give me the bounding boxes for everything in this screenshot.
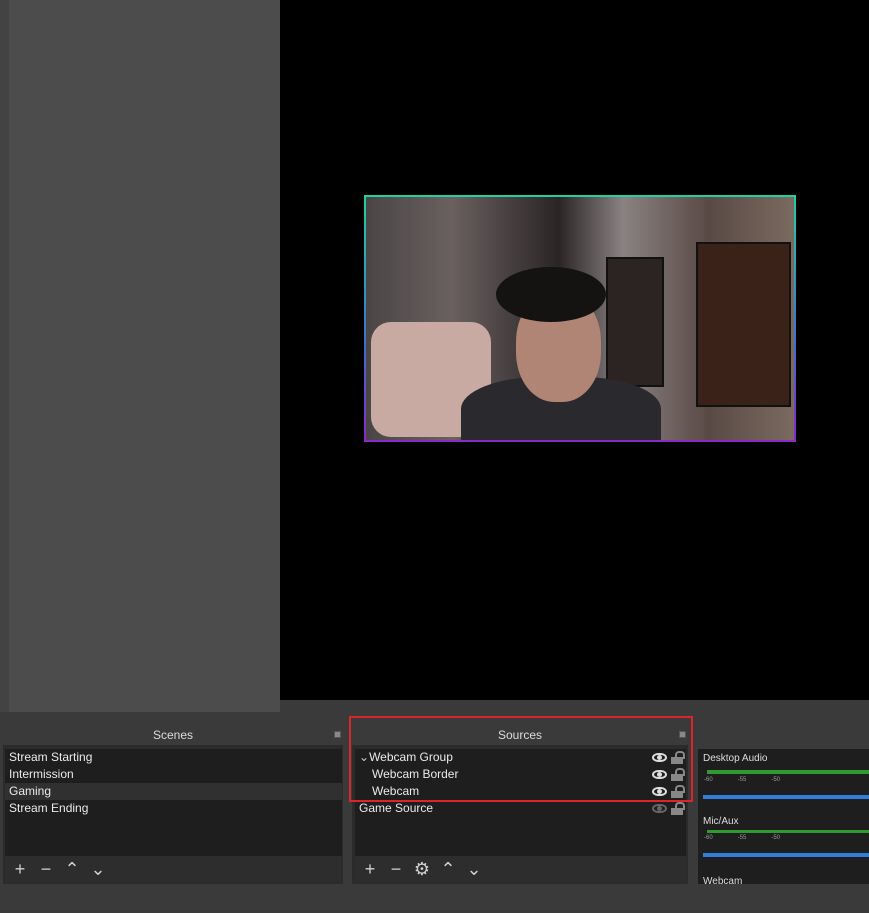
webcam-source-preview[interactable] xyxy=(364,195,796,442)
channel-label: Desktop Audio xyxy=(703,753,768,764)
tick-label: -60 xyxy=(704,777,713,783)
source-properties-gear-icon[interactable]: ⚙ xyxy=(413,860,431,878)
remove-source-button[interactable]: − xyxy=(387,860,405,878)
move-scene-up-button[interactable]: ⌃ xyxy=(63,860,81,878)
level-meter xyxy=(707,830,869,833)
tick-label: -55 xyxy=(737,835,747,841)
tick-label: -55 xyxy=(737,777,747,783)
tick-label: -50 xyxy=(771,777,781,783)
sources-toolbar: + − ⚙ ⌃ ⌄ xyxy=(355,856,686,882)
volume-slider[interactable] xyxy=(703,795,869,799)
left-strip xyxy=(0,0,9,712)
remove-scene-button[interactable]: − xyxy=(37,860,55,878)
scenes-dock: Scenes Stream Starting Intermission Gami… xyxy=(3,725,343,884)
tick-label: -60 xyxy=(704,835,713,841)
scenes-toolbar: + − ⌃ ⌄ xyxy=(5,856,342,882)
tick-label: -50 xyxy=(771,835,781,841)
add-source-button[interactable]: + xyxy=(361,860,379,878)
scene-item[interactable]: Stream Ending xyxy=(5,800,342,817)
move-source-down-button[interactable]: ⌄ xyxy=(465,860,483,878)
source-item[interactable]: Game Source xyxy=(355,800,686,817)
move-scene-down-button[interactable]: ⌄ xyxy=(89,860,107,878)
eye-hidden-icon[interactable] xyxy=(652,804,667,813)
scene-item[interactable]: Gaming xyxy=(5,783,342,800)
volume-slider[interactable] xyxy=(703,853,869,857)
move-source-up-button[interactable]: ⌃ xyxy=(439,860,457,878)
mixer-channel: Desktop Audio -60 -55 -50 xyxy=(698,753,869,799)
undock-icon[interactable] xyxy=(334,731,341,738)
webcam-poster xyxy=(696,242,791,407)
audio-mixer: Desktop Audio -60 -55 -50 Mic/Aux -60 -55 -5… xyxy=(698,749,869,884)
channel-label: Webcam xyxy=(703,876,743,884)
webcam-poster xyxy=(606,257,664,387)
highlight-box xyxy=(349,716,693,802)
mixer-channel: Webcam xyxy=(698,876,869,884)
scenes-list[interactable]: Stream Starting Intermission Gaming Stre… xyxy=(5,749,342,856)
channel-label: Mic/Aux xyxy=(703,816,739,827)
unlock-icon[interactable] xyxy=(671,802,685,815)
scenes-title: Scenes xyxy=(3,725,343,745)
scene-item[interactable]: Stream Starting xyxy=(5,749,342,766)
left-panel xyxy=(0,0,280,712)
level-meter xyxy=(707,770,869,774)
mixer-channel: Mic/Aux -60 -55 -50 xyxy=(698,816,869,857)
add-scene-button[interactable]: + xyxy=(11,860,29,878)
scene-item[interactable]: Intermission xyxy=(5,766,342,783)
webcam-person-hair xyxy=(496,267,606,322)
